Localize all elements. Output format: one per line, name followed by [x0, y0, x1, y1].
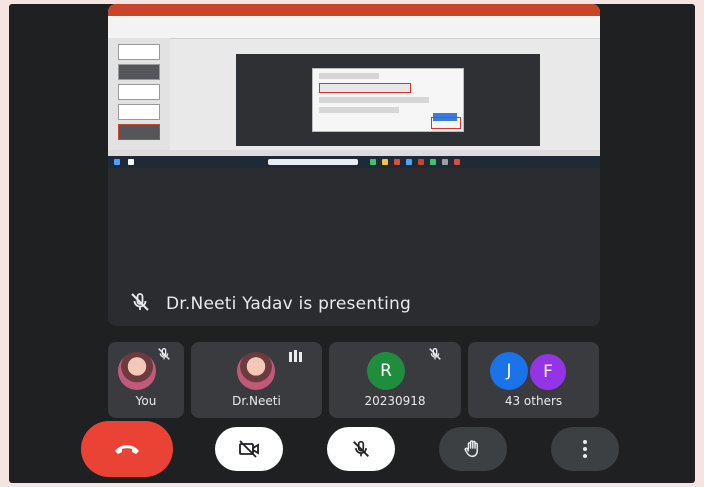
participant-name: 43 others	[504, 394, 563, 408]
camera-toggle-button[interactable]	[215, 427, 283, 471]
shared-screen	[108, 4, 600, 168]
participant-tile-dr-neeti[interactable]: Dr.Neeti	[191, 342, 322, 418]
meet-call-screen: Dr.Neeti Yadav is presenting You Dr.Neet…	[9, 4, 695, 483]
mic-off-icon	[353, 440, 369, 457]
end-call-icon	[115, 445, 139, 454]
participant-tile-others[interactable]: J F 43 others	[468, 342, 599, 418]
audio-level-icon	[289, 350, 302, 362]
camera-off-icon	[239, 440, 259, 458]
os-taskbar	[108, 156, 600, 168]
slide-thumbnail	[118, 84, 160, 100]
participant-name: Dr.Neeti	[232, 394, 281, 408]
participant-name: You	[135, 394, 157, 408]
end-call-button[interactable]	[81, 421, 173, 477]
slide-thumbnail	[118, 104, 160, 120]
participant-tile-you[interactable]: You	[108, 342, 184, 418]
mic-off-icon	[429, 347, 441, 360]
avatar	[237, 352, 275, 390]
presenting-banner: Dr.Neeti Yadav is presenting	[128, 292, 411, 316]
mic-toggle-button[interactable]	[327, 427, 395, 471]
avatar: J	[490, 352, 528, 390]
raise-hand-button[interactable]	[439, 427, 507, 471]
participant-tile-20230918[interactable]: R 20230918	[329, 342, 461, 418]
taskbar-search	[268, 159, 358, 165]
app-title-bar	[108, 4, 600, 16]
raise-hand-icon	[464, 440, 478, 458]
slide-canvas	[236, 54, 540, 146]
mic-off-icon	[128, 290, 152, 318]
mic-off-icon	[158, 347, 170, 360]
slide-thumbnail	[118, 64, 160, 80]
presenting-text: Dr.Neeti Yadav is presenting	[166, 294, 411, 314]
avatar: F	[528, 352, 568, 392]
more-options-button[interactable]	[551, 427, 619, 471]
participant-name: 20230918	[364, 394, 426, 408]
slide-thumbnails	[108, 38, 170, 150]
avatar: R	[367, 352, 405, 390]
avatar	[118, 352, 156, 390]
app-ribbon	[108, 16, 600, 39]
slide-dialog-image	[312, 68, 464, 132]
more-vert-icon	[583, 440, 587, 458]
presentation-stage[interactable]: Dr.Neeti Yadav is presenting	[108, 4, 600, 326]
slide-thumbnail	[118, 124, 160, 140]
slide-thumbnail	[118, 44, 160, 60]
